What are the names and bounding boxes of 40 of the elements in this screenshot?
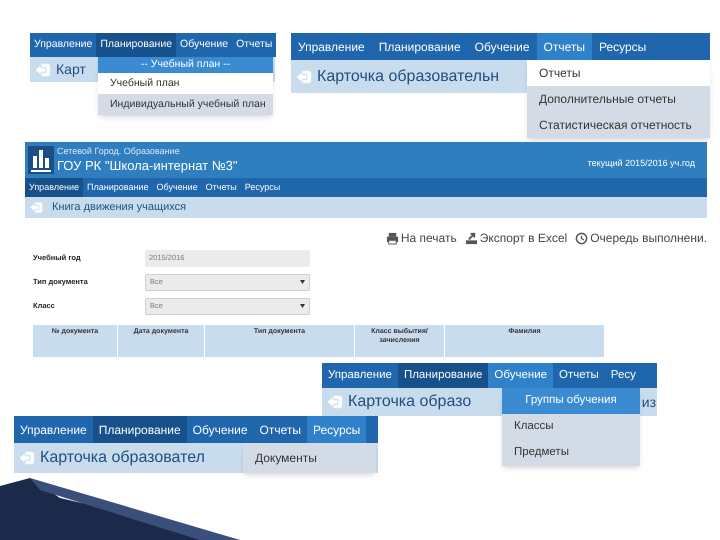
menu-option[interactable]: Отчеты xyxy=(527,60,710,86)
school-name: ГОУ РК "Школа-интернат №3" xyxy=(57,158,238,174)
menu-item[interactable]: Управление xyxy=(25,178,84,197)
menu-item[interactable]: Планирование xyxy=(96,33,176,57)
menu-option[interactable]: Документы xyxy=(243,443,376,473)
school-year: текущий 2015/2016 уч.год xyxy=(588,157,695,170)
menu-option[interactable]: -- Учебный план -- xyxy=(98,57,273,73)
menu-item[interactable]: Ресурсы xyxy=(306,416,366,443)
logo-icon xyxy=(28,146,54,174)
back-icon[interactable] xyxy=(34,60,52,78)
menu-option[interactable]: Учебный план xyxy=(98,73,273,94)
page-title: Книга движения учащихся xyxy=(52,200,186,216)
printer-icon xyxy=(386,232,399,244)
system-name: Сетевой Город. Образование xyxy=(57,146,181,158)
clock-icon xyxy=(575,232,588,244)
back-icon[interactable] xyxy=(326,393,344,411)
back-icon[interactable] xyxy=(295,68,313,86)
menu-item[interactable]: Отчеты xyxy=(536,33,592,60)
menu-option[interactable]: Предметы xyxy=(502,440,640,466)
page-title: Карт xyxy=(56,60,86,79)
export-icon xyxy=(464,232,478,244)
back-icon[interactable] xyxy=(29,200,44,215)
action-link[interactable]: На печать xyxy=(386,229,457,247)
menu-option[interactable]: Дополнительные отчеты xyxy=(527,86,710,112)
action-link[interactable]: Очередь выполнени. xyxy=(575,229,707,247)
menu-option[interactable]: Классы xyxy=(502,414,640,440)
menu-item[interactable]: Планирование xyxy=(398,363,488,388)
caret-icon xyxy=(300,280,305,284)
page-title: Карточка образовател xyxy=(40,448,205,468)
page-title: из xyxy=(642,392,656,412)
menu-item[interactable]: Обучение xyxy=(488,363,554,388)
menu-option[interactable]: Статистическая отчетность xyxy=(527,112,710,138)
caret-icon xyxy=(300,304,305,308)
menu-item[interactable]: Планирование xyxy=(92,416,187,443)
page-title: Карточка образо xyxy=(348,392,472,412)
page-title: Карточка образовательн xyxy=(317,66,500,86)
action-link[interactable]: Экспорт в Excel xyxy=(464,229,568,247)
back-icon[interactable] xyxy=(18,449,36,467)
menu-option[interactable]: Группы обучения xyxy=(502,388,640,414)
menu-option[interactable]: Индивидуальный учебный план xyxy=(98,94,273,115)
